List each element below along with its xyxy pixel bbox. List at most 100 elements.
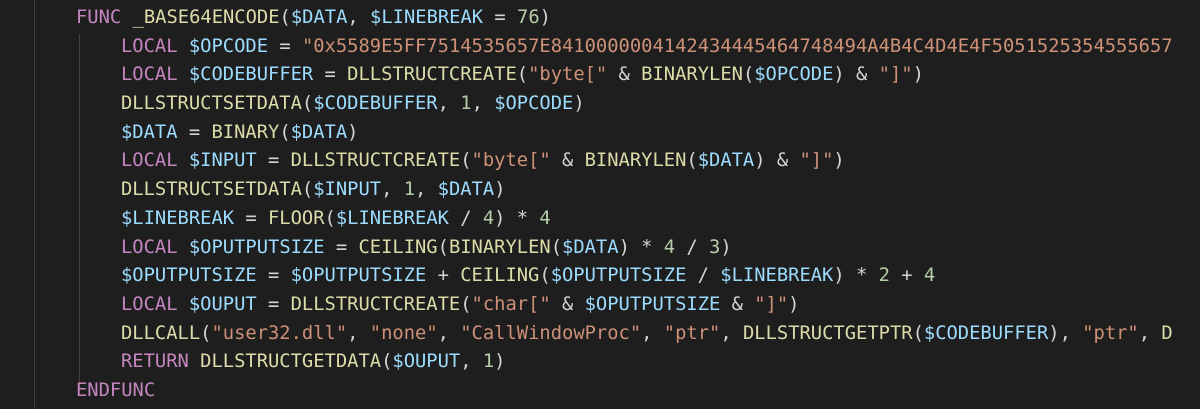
code-token: FUNC <box>76 7 122 28</box>
code-token: "]" <box>754 293 789 315</box>
code-line[interactable]: $OPUTPUTSIZE = $OPUTPUTSIZE + CEILING($O… <box>0 262 1200 291</box>
code-token: ) * <box>494 207 540 229</box>
code-token: BINARYLEN <box>641 64 743 86</box>
code-token: = <box>256 293 291 315</box>
code-token: + <box>889 265 924 287</box>
code-token: = <box>313 64 348 86</box>
code-token: "char[" <box>471 293 551 315</box>
code-token: LOCAL <box>121 35 178 57</box>
code-token: / <box>448 207 483 229</box>
code-token: = <box>234 207 268 229</box>
code-token: , <box>1138 322 1162 344</box>
code-token: , <box>415 179 438 201</box>
code-token: $OPCODE <box>754 64 834 86</box>
code-token: D <box>1161 322 1173 344</box>
code-token: 1 <box>403 179 416 201</box>
code-token: ) <box>539 7 551 28</box>
code-token: & <box>550 150 585 172</box>
code-token: $INPUT <box>188 150 257 172</box>
code-line[interactable]: DLLCALL("user32.dll", "none", "CallWindo… <box>0 320 1200 349</box>
code-line[interactable]: $DATA = BINARY($DATA) <box>0 119 1200 148</box>
code-token: ), <box>1048 322 1083 344</box>
code-line[interactable]: LOCAL $OUPUT = DLLSTRUCTCREATE("char[" &… <box>0 291 1200 320</box>
code-token: ( <box>516 64 529 86</box>
code-token: , <box>471 93 495 115</box>
code-token: ) & <box>833 64 879 86</box>
code-token: ) <box>912 64 924 86</box>
code-token: 76 <box>517 7 540 28</box>
code-token: LOCAL <box>121 293 178 315</box>
code-token: , <box>437 93 461 115</box>
code-token: 1 <box>482 351 495 373</box>
code-area[interactable]: FUNC _BASE64ENCODE($DATA, $LINEBREAK = 7… <box>0 4 1200 406</box>
code-token: / <box>675 236 710 258</box>
code-token: = <box>268 35 302 57</box>
code-token: $DATA <box>290 121 348 143</box>
code-editor[interactable]: FUNC _BASE64ENCODE($DATA, $LINEBREAK = 7… <box>0 0 1200 409</box>
code-token: , <box>460 351 483 373</box>
code-line[interactable]: DLLSTRUCTSETDATA($CODEBUFFER, 1, $OPCODE… <box>0 90 1200 119</box>
code-token: $OUPUT <box>188 293 257 315</box>
code-token: ) <box>347 121 359 143</box>
code-token: $CODEBUFFER <box>313 93 438 115</box>
code-token: "ptr" <box>1082 322 1139 344</box>
code-token: $LINEBREAK <box>370 7 484 28</box>
code-token: 2 <box>878 265 890 287</box>
code-token: & <box>720 293 755 315</box>
code-token: , <box>347 7 371 28</box>
code-token: LOCAL <box>121 236 178 258</box>
code-token: $OPCODE <box>494 93 574 115</box>
code-token: = <box>324 236 359 258</box>
code-token: 1 <box>460 93 472 115</box>
code-token: ( <box>437 236 449 258</box>
code-token: $DATA <box>562 236 619 258</box>
code-token: , <box>641 322 664 344</box>
code-token: ( <box>460 150 472 172</box>
code-token: ( <box>742 64 755 86</box>
code-token: $DATA <box>437 179 495 201</box>
code-token: "none" <box>369 322 438 344</box>
code-token: 3 <box>709 236 721 258</box>
code-token: $INPUT <box>313 179 382 201</box>
code-token: _BASE64ENCODE <box>132 7 280 28</box>
code-token: DLLSTRUCTGETPTR <box>742 322 913 344</box>
code-token: DLLSTRUCTSETDATA <box>121 179 302 201</box>
code-token: BINARY <box>211 121 280 143</box>
code-line[interactable]: LOCAL $OPCODE = "0x5589E5FF7514535657E84… <box>0 33 1200 62</box>
code-token: $DATA <box>697 150 755 172</box>
code-token: BINARYLEN <box>584 150 687 172</box>
code-token: ( <box>460 293 472 315</box>
code-token: ) <box>494 179 506 201</box>
code-token: "CallWindowProc" <box>460 322 642 344</box>
code-line[interactable]: $LINEBREAK = FLOOR($LINEBREAK / 4) * 4 <box>0 205 1200 234</box>
code-token: DLLSTRUCTSETDATA <box>121 93 302 115</box>
code-token: ( <box>301 179 314 201</box>
code-token: LOCAL <box>121 64 178 86</box>
code-token: $DATA <box>290 7 348 28</box>
code-token: ( <box>200 322 212 344</box>
code-line[interactable]: ENDFUNC <box>0 377 1200 406</box>
code-token: + <box>426 265 461 287</box>
code-token: "byte[" <box>528 64 608 86</box>
code-token: , <box>381 179 404 201</box>
code-line[interactable]: LOCAL $INPUT = DLLSTRUCTCREATE("byte[" &… <box>0 147 1200 176</box>
code-line[interactable]: DLLSTRUCTSETDATA($INPUT, 1, $DATA) <box>0 176 1200 205</box>
code-token: DLLSTRUCTCREATE <box>290 293 461 315</box>
code-token: LOCAL <box>121 150 178 172</box>
code-token: ) <box>788 293 800 315</box>
code-token: $OUPUT <box>392 351 461 373</box>
code-token: ( <box>686 150 698 172</box>
code-token: / <box>686 265 721 287</box>
code-token: ) * <box>833 265 879 287</box>
code-token: ( <box>539 265 551 287</box>
code-line[interactable]: FUNC _BASE64ENCODE($DATA, $LINEBREAK = 7… <box>0 4 1200 33</box>
code-token: 4 <box>482 207 495 229</box>
code-line[interactable]: LOCAL $OPUTPUTSIZE = CEILING(BINARYLEN($… <box>0 234 1200 263</box>
code-token: ( <box>301 93 314 115</box>
code-token: "byte[" <box>471 150 551 172</box>
code-line[interactable]: RETURN DLLSTRUCTGETDATA($OUPUT, 1) <box>0 348 1200 377</box>
code-line[interactable]: LOCAL $CODEBUFFER = DLLSTRUCTCREATE("byt… <box>0 61 1200 90</box>
